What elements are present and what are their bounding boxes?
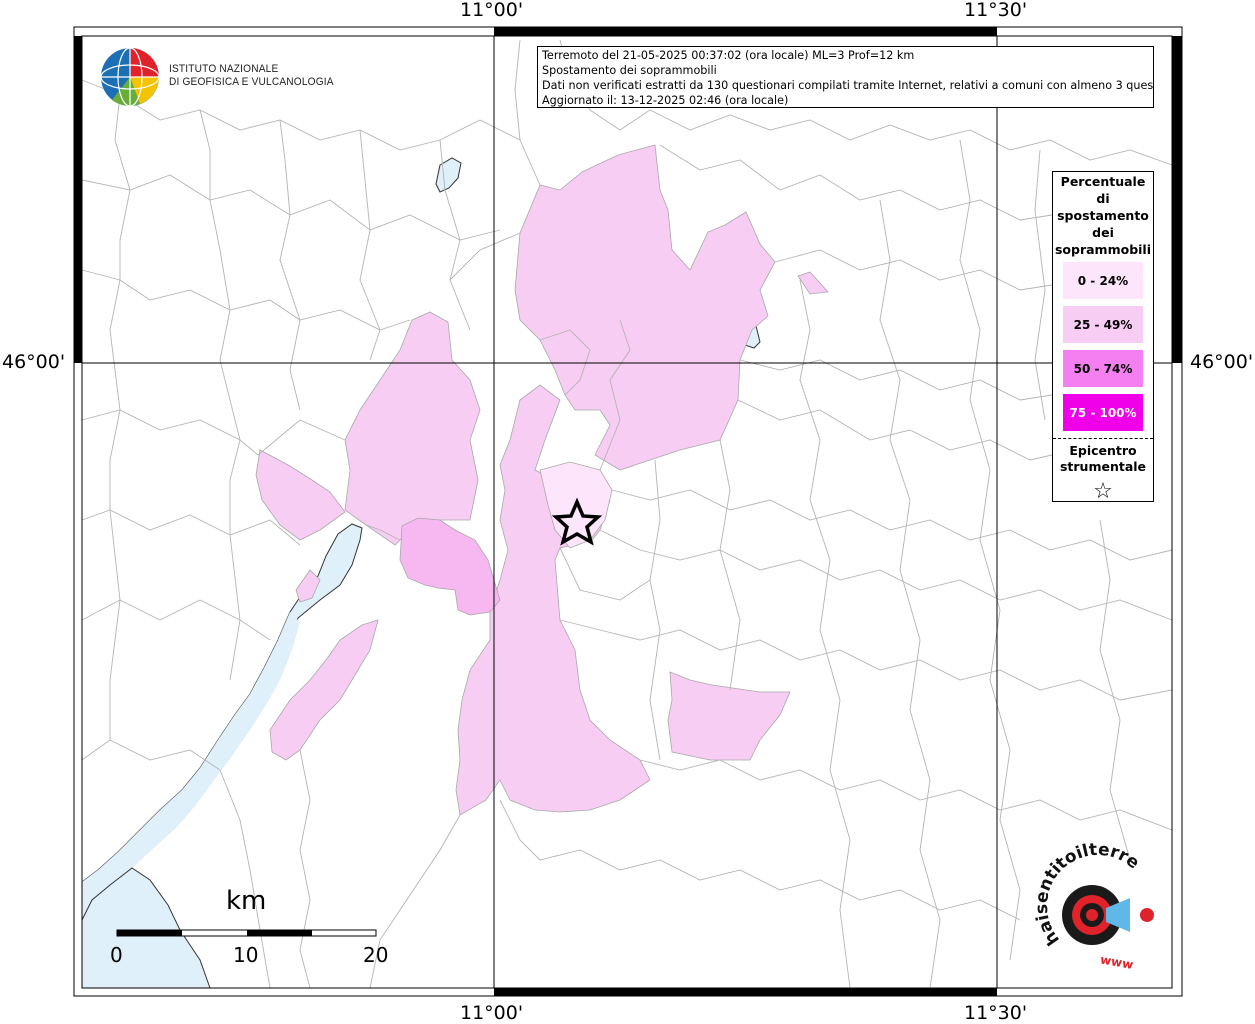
legend-title: Percentuale di spostamento dei soprammob… (1053, 173, 1153, 258)
scale-tick-20: 20 (363, 943, 389, 967)
scale-tick-0: 0 (110, 943, 123, 967)
legend-separator (1053, 438, 1153, 439)
scale-tick-10: 10 (233, 943, 259, 967)
legend-epicenter-line: strumentale (1059, 459, 1147, 474)
coord-bottom-left: 11°00' (460, 1002, 524, 1024)
legend-class-75-100: 75 - 100% (1063, 394, 1143, 431)
info-line-event: Terremoto del 21-05-2025 00:37:02 (ora l… (542, 49, 915, 62)
coord-top-left: 11°00' (460, 0, 524, 21)
event-info-box: Terremoto del 21-05-2025 00:37:02 (ora l… (537, 46, 1154, 108)
institute-line-2: DI GEOFISICA E VULCANOLOGIA (169, 76, 334, 88)
legend-class-25-49: 25 - 49% (1063, 306, 1143, 343)
info-line-updated: Aggiornato il: 13-12-2025 02:46 (ora loc… (542, 94, 789, 107)
institute-name: ISTITUTO NAZIONALE DI GEOFISICA E VULCAN… (169, 63, 334, 89)
legend-title-line: soprammobili (1054, 242, 1151, 257)
legend-epicenter-line: Epicentro (1069, 443, 1137, 458)
legend-class-0-24: 0 - 24% (1063, 262, 1143, 299)
legend-title-line: dei (1092, 225, 1114, 240)
legend-epicenter-label: Epicentro strumentale (1053, 443, 1153, 475)
coord-left: 46°00' (2, 351, 66, 373)
ingv-logo (100, 47, 160, 107)
legend-class-50-74: 50 - 74% (1063, 350, 1143, 387)
coord-bottom-right: 11°30' (964, 1002, 1028, 1024)
map-canvas: haisentitoilterremoto.it www (0, 0, 1183, 997)
legend: Percentuale di spostamento dei soprammob… (1052, 171, 1154, 504)
scale-unit: km (226, 886, 267, 916)
coord-top-right: 11°30' (964, 0, 1028, 21)
legend-title-line: di (1096, 191, 1110, 206)
scale-bar (116, 929, 377, 937)
intensity-map: haisentitoilterremoto.it www 11°00' 11°3… (0, 0, 1255, 1024)
info-line-parameter: Spostamento dei soprammobili (542, 64, 717, 77)
institute-line-1: ISTITUTO NAZIONALE (169, 63, 279, 75)
coord-right: 46°00' (1190, 351, 1254, 373)
legend-title-line: Percentuale (1060, 174, 1146, 189)
legend-title-line: spostamento (1057, 208, 1149, 223)
info-line-data-note: Dati non verificati estratti da 130 ques… (542, 79, 1154, 92)
legend-epicenter-icon: ☆ (1093, 479, 1113, 504)
